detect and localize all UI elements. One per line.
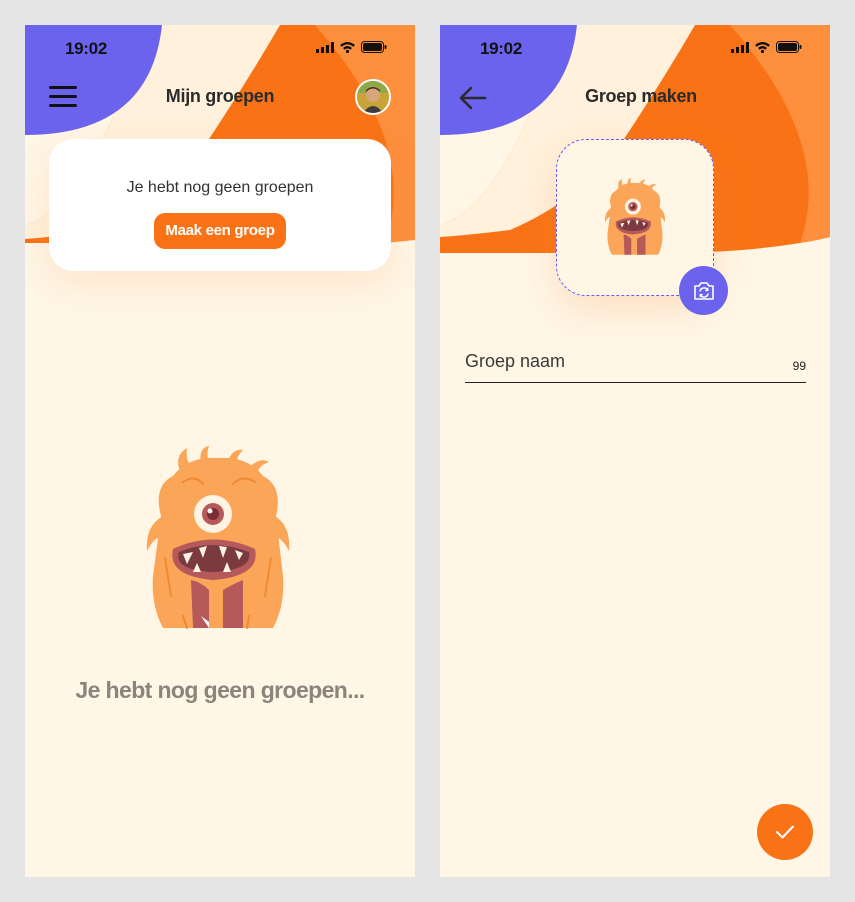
- empty-state-title: Je hebt nog geen groepen...: [75, 677, 365, 703]
- char-counter: 99: [792, 359, 806, 373]
- confirm-button[interactable]: [757, 804, 813, 860]
- create-group-screen: 19:02 Groep maken Groep naam 99: [440, 25, 830, 877]
- monster-illustration: [604, 178, 666, 255]
- group-name-input[interactable]: [465, 347, 765, 375]
- group-name-field: 99: [465, 347, 806, 383]
- checkmark-icon: [776, 825, 794, 839]
- status-time: 19:02: [65, 39, 107, 58]
- no-groups-message: Je hebt nog geen groepen: [126, 179, 314, 196]
- page-title: Groep maken: [585, 86, 697, 106]
- avatar-image: [357, 81, 389, 113]
- battery-icon: [361, 41, 387, 53]
- battery-icon: [776, 41, 802, 53]
- wifi-icon: [340, 42, 355, 53]
- camera-switch-icon: [693, 281, 714, 300]
- status-icons: [731, 41, 802, 53]
- change-image-button[interactable]: [679, 266, 728, 315]
- status-time: 19:02: [480, 39, 522, 58]
- groups-screen: 19:02 Mijn groepen Je hebt nog geen groe…: [25, 25, 415, 877]
- signal-icon: [316, 41, 334, 53]
- status-icons: [316, 41, 387, 53]
- user-avatar[interactable]: [355, 79, 391, 115]
- no-groups-card: Je hebt nog geen groepen Maak een groep: [49, 139, 391, 271]
- create-group-button[interactable]: Maak een groep: [154, 213, 286, 249]
- wifi-icon: [755, 42, 770, 53]
- monster-illustration: [146, 446, 290, 629]
- signal-icon: [731, 41, 749, 53]
